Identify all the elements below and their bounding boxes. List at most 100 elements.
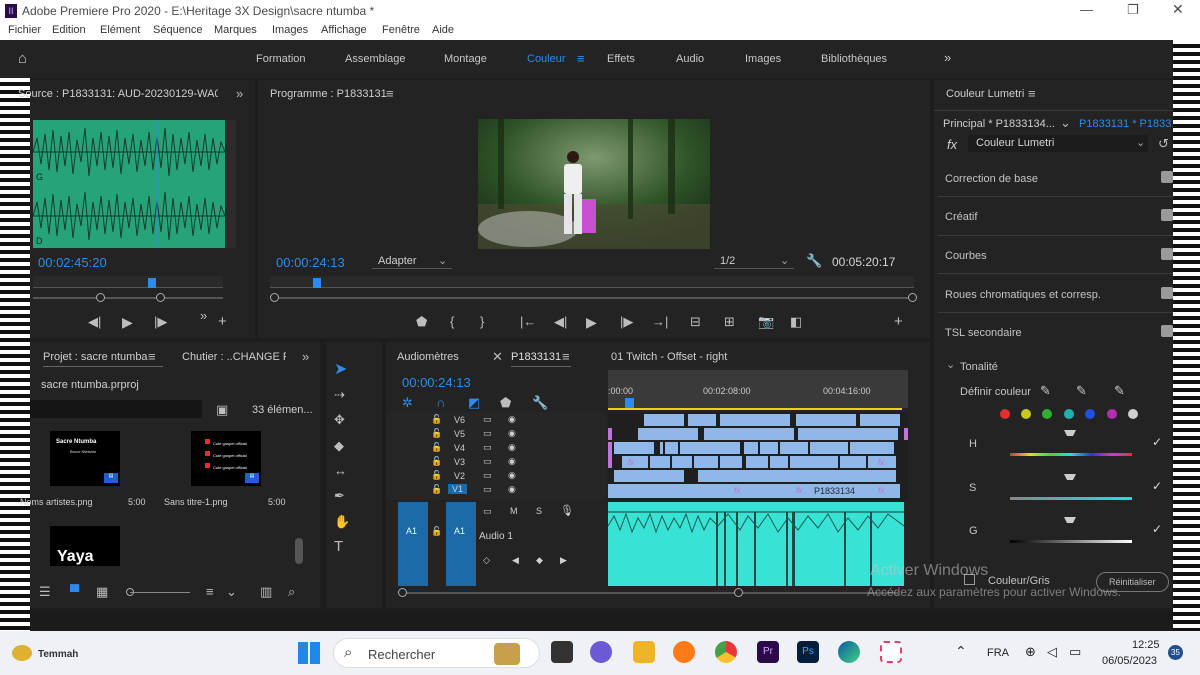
more-workspaces-icon[interactable]: » <box>944 50 951 65</box>
section-color-wheels[interactable]: Roues chromatiques et corresp. <box>945 289 1101 301</box>
scroll-handle-left[interactable] <box>398 588 407 597</box>
checkbox-creative[interactable] <box>1161 209 1173 221</box>
bin-icon[interactable]: ▣ <box>216 402 228 418</box>
add-button-icon[interactable]: + <box>894 314 903 330</box>
tab-bin[interactable]: Chutier : ..CHANGE RE <box>182 351 286 363</box>
eye-icon[interactable]: ◉ <box>508 428 516 439</box>
nest-icon[interactable]: ✲ <box>402 395 413 411</box>
fit-dropdown[interactable]: Adapter ⌄ <box>372 253 452 269</box>
chevron-down-icon[interactable]: ⌄ <box>1060 115 1071 131</box>
next-keyframe-icon[interactable]: ▶ <box>560 555 567 566</box>
type-tool-icon[interactable]: T <box>334 539 343 555</box>
audio-track-area[interactable] <box>608 502 904 586</box>
lumetri-title[interactable]: Couleur Lumetri <box>946 88 1024 100</box>
language-indicator[interactable]: FRA <box>987 647 1009 659</box>
checkmark-icon[interactable]: ✓ <box>1152 435 1162 449</box>
minimize-icon[interactable]: — <box>1080 2 1093 17</box>
checkbox-hsl-secondary[interactable] <box>1161 325 1173 337</box>
keyframe-icon[interactable]: ◇ <box>483 555 490 566</box>
tab-assemblage[interactable]: Assemblage <box>345 53 406 65</box>
sequence-menu-icon[interactable]: ≡ <box>562 349 570 365</box>
sync-icon[interactable]: ▭ <box>483 414 492 425</box>
maximize-icon[interactable]: ❐ <box>1127 2 1139 18</box>
sync-icon[interactable]: ▭ <box>483 506 492 517</box>
timeline-timecode[interactable]: 00:00:24:13 <box>402 375 471 390</box>
sort-icon[interactable]: ≡ <box>206 584 214 600</box>
step-forward-icon[interactable]: |▶ <box>154 314 167 330</box>
program-timecode[interactable]: 00:00:24:13 <box>276 255 345 270</box>
lock-icon[interactable]: 🔓 <box>431 526 442 537</box>
menu-marques[interactable]: Marques <box>214 24 257 36</box>
track-v2-header[interactable]: 🔓 V2 ▭ ◉ <box>428 470 598 483</box>
selection-tool-icon[interactable]: ➤ <box>334 362 347 378</box>
windows-start-icon[interactable] <box>298 642 320 664</box>
tonalite-label[interactable]: Tonalité <box>960 361 998 373</box>
clock-date[interactable]: 06/05/2023 <box>1102 655 1157 667</box>
resolution-dropdown[interactable]: 1/2 ⌄ <box>714 253 794 269</box>
slider-handle[interactable] <box>126 588 134 596</box>
program-time-ruler[interactable] <box>270 276 914 288</box>
eyedropper-add-icon[interactable]: ✎ <box>1076 383 1087 399</box>
checkmark-icon[interactable]: ✓ <box>1152 479 1162 493</box>
eye-icon[interactable]: ◉ <box>508 470 516 481</box>
panel-more-icon[interactable]: » <box>236 86 243 102</box>
firefox-icon[interactable] <box>673 641 695 663</box>
lift-icon[interactable]: ⊟ <box>690 314 701 330</box>
file-explorer-icon[interactable] <box>633 641 655 663</box>
add-marker-icon[interactable]: ⬟ <box>500 395 511 411</box>
reset-effect-icon[interactable]: ↺ <box>1158 136 1169 152</box>
checkbox-color-wheels[interactable] <box>1161 287 1173 299</box>
add-marker-icon[interactable]: ⬟ <box>416 314 427 330</box>
track-a1-header[interactable]: A1 <box>446 502 476 586</box>
zoom-handle-left[interactable] <box>96 293 105 302</box>
tab-effets[interactable]: Effets <box>607 53 635 65</box>
source-time-ruler[interactable] <box>33 276 223 288</box>
camera-icon[interactable]: 📷 <box>758 314 774 330</box>
project-item-3[interactable]: Yaya <box>50 526 120 566</box>
volume-icon[interactable]: ◁ <box>1047 644 1057 660</box>
tab-montage[interactable]: Montage <box>444 53 487 65</box>
project-scrollbar[interactable] <box>295 538 303 564</box>
go-to-in-icon[interactable]: |← <box>520 314 536 330</box>
project-item-2[interactable]: Cute gospel official Cute gospel officia… <box>191 431 261 486</box>
ripple-edit-icon[interactable]: ✥ <box>334 412 345 428</box>
swatch-cyan[interactable] <box>1064 409 1074 419</box>
mark-out-icon[interactable]: } <box>480 314 484 330</box>
photoshop-taskbar-icon[interactable]: Ps <box>797 641 819 663</box>
zoom-handle-right[interactable] <box>908 293 917 302</box>
program-menu-icon[interactable]: ≡ <box>386 86 394 102</box>
source-monitor-title[interactable]: Source : P1833131: AUD-20230129-WA0040. <box>18 88 218 100</box>
notification-badge[interactable]: 35 <box>1168 645 1183 660</box>
swatch-green[interactable] <box>1042 409 1052 419</box>
track-select-icon[interactable]: ⇢ <box>334 387 345 403</box>
tab-couleur[interactable]: Couleur <box>527 53 566 65</box>
add-keyframe-icon[interactable]: ◆ <box>536 555 543 566</box>
tab-images[interactable]: Images <box>745 53 781 65</box>
eyedropper-remove-icon[interactable]: ✎ <box>1114 383 1125 399</box>
program-playhead[interactable] <box>312 278 321 288</box>
swatch-yellow[interactable] <box>1021 409 1031 419</box>
swatch-gray[interactable] <box>1128 409 1138 419</box>
taskbar-search[interactable]: ⌕ Rechercher <box>333 638 540 668</box>
track-v5-header[interactable]: 🔓 V5 ▭ ◉ <box>428 428 598 441</box>
menu-aide[interactable]: Aide <box>432 24 454 36</box>
lumetri-main-tab[interactable]: Principal * P1833134... <box>943 118 1055 130</box>
menu-images[interactable]: Images <box>272 24 308 36</box>
track-v4-header[interactable]: 🔓 V4 ▭ ◉ <box>428 442 598 455</box>
snap-magnet-icon[interactable]: ∩ <box>436 395 445 411</box>
track-v6-header[interactable]: 🔓 V6 ▭ ◉ <box>428 414 598 427</box>
zoom-handle-left[interactable] <box>270 293 279 302</box>
list-view-icon[interactable]: ☰ <box>39 584 51 600</box>
timeline-h-scrollbar[interactable] <box>402 592 898 594</box>
tab-sequence[interactable]: P1833131 <box>511 351 561 363</box>
panel-more-icon[interactable]: » <box>302 349 309 365</box>
swatch-red[interactable] <box>1000 409 1010 419</box>
tab-bibliotheques[interactable]: Bibliothèques <box>821 53 887 65</box>
clock-time[interactable]: 12:25 <box>1132 639 1160 651</box>
lock-icon[interactable]: 🔓 <box>431 456 442 467</box>
compare-icon[interactable]: ◧ <box>790 314 802 330</box>
prev-keyframe-icon[interactable]: ◀ <box>512 555 519 566</box>
section-basic-correction[interactable]: Correction de base <box>945 173 1038 185</box>
checkbox-curves[interactable] <box>1161 248 1173 260</box>
snipping-tool-icon[interactable] <box>880 641 902 663</box>
